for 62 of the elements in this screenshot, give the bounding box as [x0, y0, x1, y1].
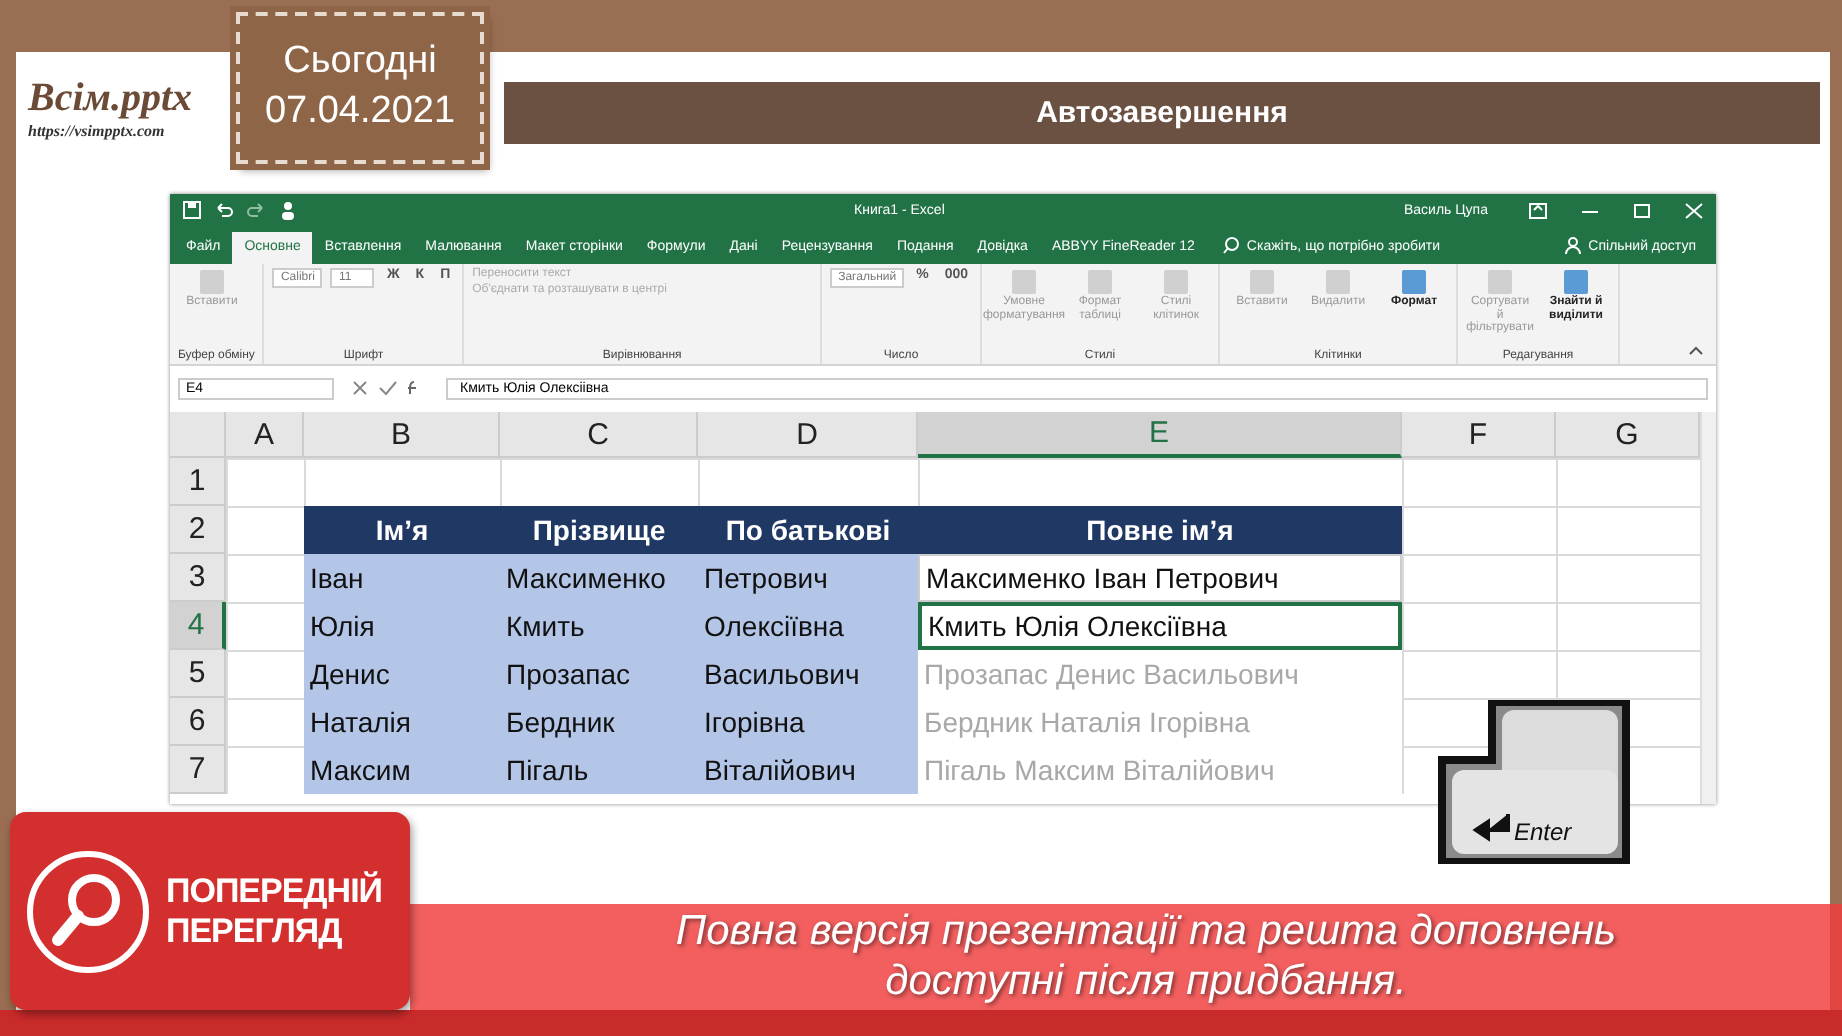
row-header[interactable]: 7 — [170, 746, 226, 794]
close-icon[interactable] — [1684, 201, 1704, 219]
command-icon — [1400, 268, 1429, 296]
column-header-cell: Ім’я — [304, 506, 500, 554]
magnifier-icon — [26, 849, 150, 973]
column-header[interactable]: A — [226, 412, 304, 458]
undo-icon[interactable] — [214, 200, 234, 220]
column-header[interactable]: G — [1556, 412, 1700, 458]
date-text: 07.04.2021 — [264, 88, 456, 136]
suggested-text: Бердник Наталія Ігорівна — [918, 698, 1402, 746]
table-cell: Бердник — [500, 698, 698, 746]
logo-text: Всім.pptx — [28, 76, 195, 122]
active-cell: Кмить Юлія Олексіївна — [918, 602, 1402, 650]
table-cell: Іван — [304, 554, 500, 602]
collapse-icon[interactable] — [1688, 344, 1704, 356]
banner-message: Повна версія презентації та решта доповнень — [675, 908, 1617, 957]
table-cell: Ігорівна — [698, 698, 918, 746]
date-label: Сьогодні — [283, 38, 437, 87]
ribbon-display-icon[interactable] — [1528, 201, 1548, 219]
command-icon — [1562, 268, 1591, 296]
suggested-text: Прозапас Денис Васильович — [918, 650, 1402, 698]
table-cell: Наталія — [304, 698, 500, 746]
row-header[interactable]: 3 — [170, 554, 226, 602]
table-cell: Максименко — [500, 554, 698, 602]
table-cell: Юлія — [304, 602, 500, 650]
table-cell: Петрович — [698, 554, 918, 602]
badge-text: ПОПЕРЕДНІЙ — [166, 871, 383, 911]
column-header[interactable]: F — [1402, 412, 1556, 458]
row-header[interactable]: 6 — [170, 698, 226, 746]
person-icon[interactable] — [278, 200, 298, 220]
table-cell: Віталійович — [698, 746, 918, 794]
logo-url: https://vsimpptx.com — [28, 122, 167, 140]
row-header[interactable]: 4 — [170, 602, 226, 650]
row-header[interactable]: 2 — [170, 506, 226, 554]
enter-key-drawing: Enter — [1436, 698, 1632, 866]
table-cell: Денис — [304, 650, 500, 698]
slide-title: Автозавершення — [504, 82, 1820, 144]
row-header[interactable]: 1 — [170, 458, 226, 506]
vertical-scrollbar[interactable] — [1700, 412, 1716, 804]
column-header[interactable]: E — [918, 412, 1402, 458]
save-icon[interactable] — [182, 200, 202, 220]
row-header[interactable]: 5 — [170, 650, 226, 698]
maximize-icon[interactable] — [1632, 201, 1652, 219]
column-header-cell: Повне ім’я — [918, 506, 1402, 554]
suggested-text: Пігаль Максим Віталійович — [918, 746, 1402, 794]
table-cell: Олексіївна — [698, 602, 918, 650]
column-header[interactable]: C — [500, 412, 698, 458]
table-cell: Васильович — [698, 650, 918, 698]
table-cell: Кмить — [500, 602, 698, 650]
redo-icon[interactable] — [246, 200, 266, 220]
badge-text: ПЕРЕГЛЯД — [166, 911, 344, 951]
table-cell: Максименко Іван Петрович — [918, 554, 1402, 602]
column-header-cell: По батькові — [698, 506, 918, 554]
person-icon — [1564, 236, 1583, 254]
search-icon — [1222, 236, 1241, 254]
table-cell: Пігаль — [500, 746, 698, 794]
table-cell: Максим — [304, 746, 500, 794]
column-header[interactable]: D — [698, 412, 918, 458]
column-header[interactable]: B — [304, 412, 500, 458]
column-header-cell: Прізвище — [500, 506, 698, 554]
table-cell: Прозапас — [500, 650, 698, 698]
banner-message: доступні після придбання. — [885, 957, 1407, 1006]
